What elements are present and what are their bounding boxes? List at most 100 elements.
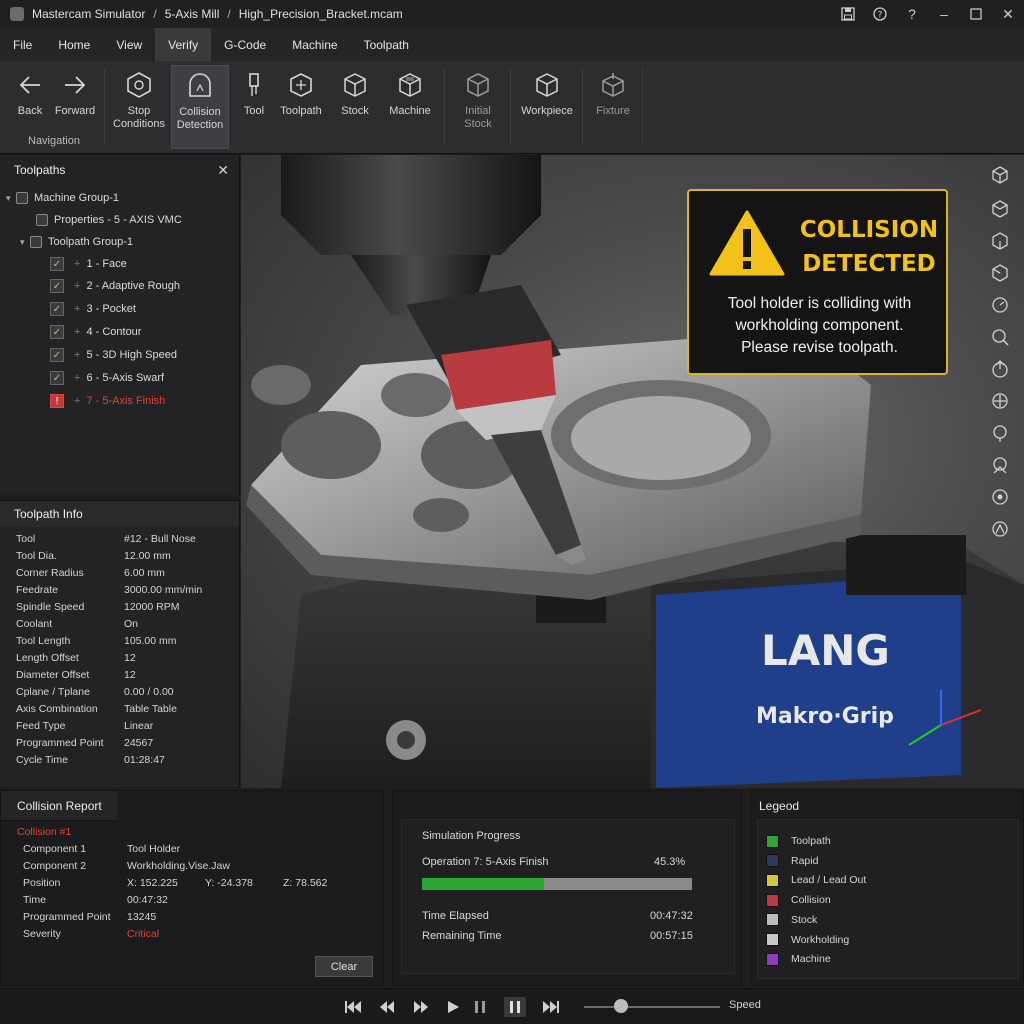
help-icon[interactable]: ? — [896, 0, 928, 28]
op-label: 6 - 5-Axis Swarf — [86, 372, 165, 384]
menu-toolpath[interactable]: Toolpath — [351, 28, 422, 61]
help-circle-icon[interactable]: ? — [864, 0, 896, 28]
title-separator: / — [227, 7, 231, 21]
stock-button[interactable]: Stock — [334, 65, 376, 149]
menu-file[interactable]: File — [0, 28, 45, 61]
view-iso-icon[interactable] — [986, 161, 1014, 189]
view-top-icon[interactable] — [986, 195, 1014, 223]
tree-machine-group[interactable]: ▾ Machine Group-1 — [6, 187, 119, 209]
checkmark-icon[interactable]: ✓ — [50, 371, 64, 385]
fixture-button[interactable]: Fixture — [590, 65, 636, 149]
menu-view[interactable]: View — [103, 28, 155, 61]
checkmark-icon[interactable]: ✓ — [50, 325, 64, 339]
toolpath-group-icon — [30, 236, 42, 248]
legend-label: Machine — [791, 953, 831, 966]
checkmark-icon[interactable]: ✓ — [50, 279, 64, 293]
machine-button[interactable]: Machine — [384, 65, 436, 149]
info-row: Diameter Offset 12 — [16, 669, 136, 686]
view-right-icon[interactable] — [986, 259, 1014, 287]
legend-item: Collision — [766, 892, 831, 908]
step-forward-icon[interactable] — [410, 997, 432, 1017]
pause-icon[interactable] — [469, 997, 491, 1017]
properties-label: Properties - 5 - AXIS VMC — [54, 214, 182, 226]
severity-value: Critical — [127, 927, 160, 940]
collision-report-title: Collision Report — [17, 798, 102, 813]
stop-conditions-button[interactable]: Stop Conditions — [110, 65, 168, 149]
pan-icon[interactable] — [986, 355, 1014, 383]
close-icon[interactable]: ✕ — [217, 162, 229, 179]
fit-view-icon[interactable] — [986, 387, 1014, 415]
save-icon[interactable] — [832, 0, 864, 28]
toolpath-button[interactable]: Toolpath — [276, 65, 326, 149]
rotate-view-icon[interactable] — [986, 291, 1014, 319]
settings-view-icon[interactable] — [986, 515, 1014, 543]
initial-stock-button[interactable]: Initial Stock — [452, 65, 504, 149]
checkmark-icon[interactable]: ✓ — [50, 348, 64, 362]
speed-slider-track[interactable] — [584, 1006, 720, 1008]
info-value: 12.00 mm — [124, 550, 171, 562]
info-key: Cycle Time — [16, 754, 68, 766]
step-back-icon[interactable] — [376, 997, 398, 1017]
title-bar: Mastercam Simulator / 5-Axis Mill / High… — [0, 0, 1024, 28]
tree-connector: + — [74, 280, 81, 292]
tree-toolpath-group[interactable]: ▾ Toolpath Group-1 — [20, 231, 133, 253]
close-icon[interactable]: ✕ — [992, 0, 1024, 28]
toolpath-op-3[interactable]: ✓ + 3 - Pocket — [50, 298, 136, 320]
simulation-viewport[interactable]: LANG Makro·Grip COLLISION DETECTED Tool … — [241, 155, 1024, 788]
component1-label: Component 1 — [23, 842, 87, 855]
menu-verify[interactable]: Verify — [155, 28, 212, 61]
elapsed-value: 00:47:32 — [650, 910, 693, 922]
error-icon[interactable]: ! — [50, 394, 64, 408]
toolpath-icon — [290, 73, 312, 97]
legend-swatch — [766, 834, 779, 848]
minimize-icon[interactable]: – — [928, 0, 960, 28]
view-front-icon[interactable] — [986, 227, 1014, 255]
op-label: 3 - Pocket — [86, 303, 136, 315]
pause-active-icon[interactable] — [504, 997, 526, 1017]
toolpath-op-4[interactable]: ✓ + 4 - Contour — [50, 321, 141, 343]
zoom-icon[interactable] — [986, 323, 1014, 351]
section-view-icon[interactable] — [986, 451, 1014, 479]
maximize-icon[interactable] — [960, 0, 992, 28]
menu-machine[interactable]: Machine — [279, 28, 350, 61]
skip-to-start-icon[interactable] — [342, 997, 364, 1017]
chevron-down-icon[interactable]: ▾ — [20, 237, 30, 248]
collision-detection-icon — [189, 73, 211, 97]
checkmark-icon[interactable]: ✓ — [50, 302, 64, 316]
legend-swatch — [766, 933, 779, 946]
play-icon[interactable] — [442, 997, 464, 1017]
legend-label: Rapid — [791, 854, 819, 867]
clear-button[interactable]: Clear — [315, 956, 373, 977]
elapsed-label: Time Elapsed — [422, 910, 489, 922]
legend-label: Workholding — [791, 933, 850, 946]
legend-item: Stock — [766, 912, 817, 928]
workpiece-button[interactable]: Workpiece — [518, 65, 576, 149]
op-label: 7 - 5-Axis Finish — [86, 395, 166, 407]
toolpath-op-6[interactable]: ✓ + 6 - 5-Axis Swarf — [50, 367, 164, 389]
collision-id[interactable]: Collision #1 — [17, 823, 71, 840]
skip-to-end-icon[interactable] — [540, 997, 562, 1017]
toolpath-op-1[interactable]: ✓ + 1 - Face — [50, 253, 127, 275]
info-row: Cplane / Tplane 0.00 / 0.00 — [16, 686, 174, 703]
info-row: Spindle Speed 12000 RPM — [16, 601, 179, 618]
chevron-down-icon[interactable]: ▾ — [6, 193, 16, 204]
speed-slider-handle[interactable] — [614, 999, 628, 1013]
info-key: Length Offset — [16, 652, 79, 664]
tool-button[interactable]: Tool — [236, 65, 272, 149]
collision-detection-button[interactable]: Collision Detection — [171, 65, 229, 149]
back-arrow-icon — [19, 76, 40, 94]
info-key: Feed Type — [16, 720, 66, 732]
menu-gcode[interactable]: G-Code — [211, 28, 279, 61]
measure-icon[interactable] — [986, 419, 1014, 447]
component2-row: Component 2 Workholding.Vise.Jaw — [23, 857, 230, 874]
checkmark-icon[interactable]: ✓ — [50, 257, 64, 271]
toolpath-op-2[interactable]: ✓ + 2 - Adaptive Rough — [50, 275, 180, 297]
tree-properties[interactable]: Properties - 5 - AXIS VMC — [36, 209, 182, 231]
alert-message-line3: Please revise toolpath. — [741, 339, 898, 356]
toolpaths-header: Toolpaths ✕ — [0, 155, 239, 185]
position-row: Position X: 152.225 Y: -24.378 Z: 78.562 — [23, 874, 327, 891]
capture-icon[interactable] — [986, 483, 1014, 511]
toolpath-op-5[interactable]: ✓ + 5 - 3D High Speed — [50, 344, 177, 366]
toolpath-op-7[interactable]: ! + 7 - 5-Axis Finish — [50, 390, 165, 412]
menu-home[interactable]: Home — [45, 28, 103, 61]
